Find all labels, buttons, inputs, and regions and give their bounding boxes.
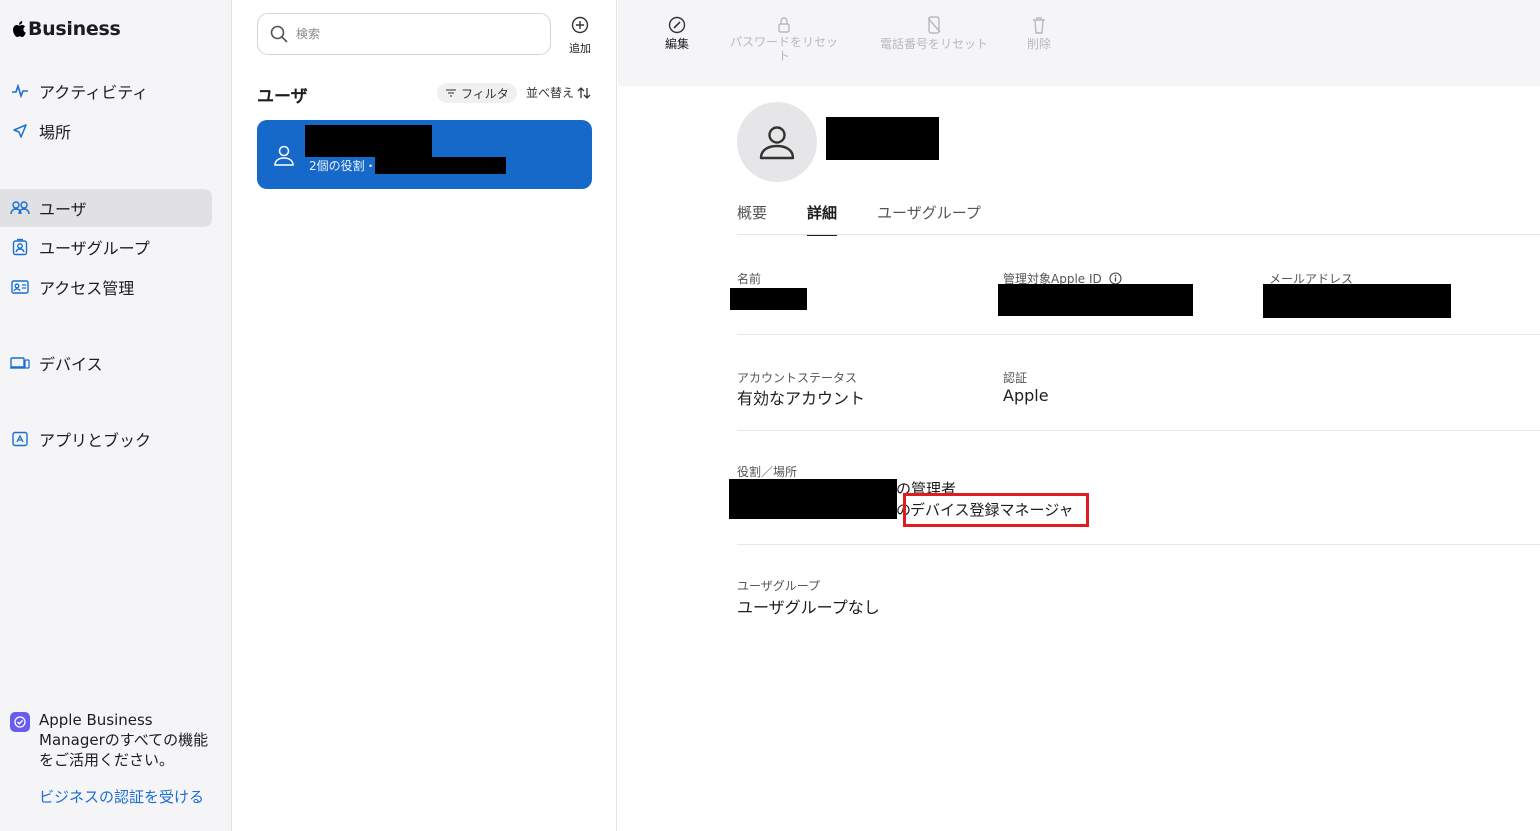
brand-name: Business — [28, 18, 121, 40]
sidebar-item-label: 場所 — [39, 123, 72, 142]
activity-icon — [10, 81, 30, 101]
redacted-email-value — [1263, 284, 1451, 318]
name-label: 名前 — [737, 272, 762, 286]
sort-button[interactable]: 並べ替え — [526, 84, 591, 101]
app-window: Business アクティビティ 場所 ユーザ ユーザグループ アクセス管理 デ… — [0, 0, 1540, 831]
user-group-label: ユーザグループ — [737, 579, 821, 593]
tab-divider — [737, 234, 1540, 235]
row-divider — [737, 334, 1540, 335]
search-input[interactable] — [296, 27, 526, 41]
user-avatar — [737, 102, 817, 182]
redacted-user-id — [375, 157, 506, 174]
list-title: ユーザ — [257, 87, 308, 107]
sidebar-item-label: デバイス — [39, 355, 103, 374]
sidebar-item-label: アクティビティ — [39, 83, 149, 102]
redacted-role-location — [729, 479, 897, 519]
verified-badge-icon — [10, 712, 30, 732]
user-avatar-icon — [274, 145, 294, 166]
search-field[interactable] — [257, 13, 551, 55]
redacted-apple-id-value — [998, 284, 1193, 316]
sort-label: 並べ替え — [526, 86, 575, 100]
user-group-icon — [10, 237, 30, 257]
row-divider — [737, 430, 1540, 431]
account-status-value: 有効なアカウント — [737, 389, 866, 408]
devices-icon — [10, 353, 30, 373]
sidebar-item-location[interactable]: 場所 — [0, 112, 212, 150]
sidebar-item-access-management[interactable]: アクセス管理 — [0, 268, 212, 306]
add-user-button[interactable]: 追加 — [565, 16, 595, 56]
add-label: 追加 — [569, 42, 591, 55]
reset-password-label: パスワードをリセット — [729, 35, 838, 63]
apple-logo-icon — [13, 21, 26, 37]
user-group-value: ユーザグループなし — [737, 598, 880, 617]
edit-icon — [668, 16, 686, 34]
edit-label: 編集 — [664, 37, 689, 51]
redacted-name-value — [730, 288, 807, 310]
action-toolbar: 編集 パスワードをリセット 電話番号をリセット 削除 — [618, 0, 1540, 86]
access-management-icon — [10, 277, 30, 297]
role-location-label: 役割／場所 — [737, 465, 798, 479]
user-detail-pane: 編集 パスワードをリセット 電話番号をリセット 削除 概要 詳細 ユーザグループ — [618, 0, 1540, 831]
lock-icon — [778, 17, 790, 33]
sidebar-item-apps-books[interactable]: アプリとブック — [0, 420, 212, 458]
sidebar-item-label: ユーザ — [39, 200, 87, 219]
search-icon — [270, 25, 288, 43]
tab-user-groups[interactable]: ユーザグループ — [877, 202, 981, 236]
highlight-box — [903, 493, 1089, 527]
sort-arrows-icon — [577, 86, 591, 99]
authentication-label: 認証 — [1003, 371, 1028, 385]
trash-icon — [1033, 17, 1045, 34]
apps-books-icon — [10, 429, 30, 449]
brand-logo[interactable]: Business — [12, 18, 121, 40]
tab-details[interactable]: 詳細 — [807, 202, 838, 236]
phone-slash-icon — [927, 16, 941, 34]
sidebar-item-users[interactable]: ユーザ — [0, 189, 212, 227]
redacted-user-name — [305, 125, 432, 157]
authentication-value: Apple — [1003, 386, 1049, 405]
users-icon — [10, 198, 30, 218]
tab-overview[interactable]: 概要 — [737, 202, 767, 236]
filter-button[interactable]: フィルタ — [437, 83, 517, 103]
sidebar-item-user-groups[interactable]: ユーザグループ — [0, 228, 212, 266]
redacted-display-name — [826, 117, 939, 160]
detail-tabs: 概要 詳細 ユーザグループ — [737, 202, 1021, 236]
sidebar: Business アクティビティ 場所 ユーザ ユーザグループ アクセス管理 デ… — [0, 0, 232, 831]
row-divider — [737, 544, 1540, 545]
get-certified-link[interactable]: ビジネスの認証を受ける — [39, 786, 204, 807]
account-status-label: アカウントステータス — [737, 371, 858, 385]
reset-password-button[interactable]: パスワードをリセット — [726, 15, 842, 63]
user-roles-summary: 2個の役割・ — [309, 159, 377, 173]
sidebar-item-devices[interactable]: デバイス — [0, 344, 212, 382]
filter-icon — [446, 89, 456, 97]
person-icon — [759, 126, 795, 160]
edit-button[interactable]: 編集 — [662, 15, 692, 52]
delete-label: 削除 — [1026, 37, 1051, 51]
promo-text: Apple Business Managerのすべての機能をご活用ください。 — [39, 711, 209, 769]
reset-phone-button[interactable]: 電話番号をリセット — [876, 15, 992, 52]
sidebar-item-label: アプリとブック — [39, 431, 152, 450]
location-icon — [10, 121, 30, 141]
filter-label: フィルタ — [461, 86, 509, 101]
delete-button[interactable]: 削除 — [1024, 15, 1054, 52]
selected-user-row[interactable]: 2個の役割・ — [257, 120, 592, 189]
plus-circle-icon — [571, 16, 589, 34]
reset-phone-label: 電話番号をリセット — [879, 37, 988, 51]
sidebar-item-activity[interactable]: アクティビティ — [0, 72, 212, 110]
sidebar-item-label: ユーザグループ — [39, 239, 150, 258]
sidebar-item-label: アクセス管理 — [39, 279, 135, 298]
user-list-pane: 追加 ユーザ フィルタ 並べ替え 2個の役割・ — [233, 0, 617, 831]
